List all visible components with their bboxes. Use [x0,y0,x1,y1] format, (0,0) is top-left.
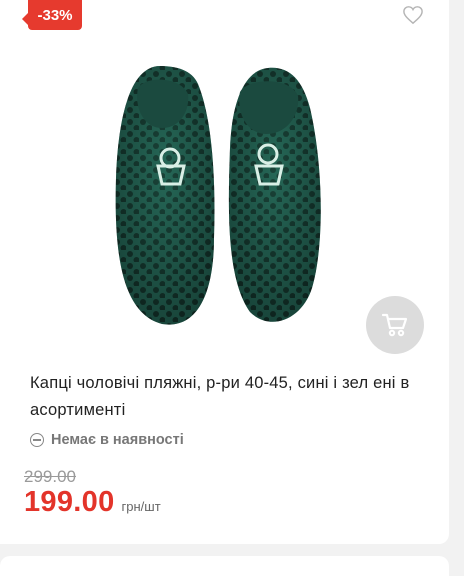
product-image[interactable] [100,58,360,338]
add-to-cart-button[interactable] [366,296,424,354]
old-price: 299.00 [24,467,76,486]
discount-badge: -33% [22,0,82,30]
availability-label: Немає в наявності [51,432,184,448]
current-price: 199.00 [24,486,115,518]
price-row: 199.00 грн/шт [24,486,161,519]
price-unit: грн/шт [121,499,161,514]
discount-label: -33% [37,6,73,24]
availability-status: Немає в наявності [30,432,184,448]
wishlist-heart-icon[interactable] [402,5,424,25]
cart-icon [381,313,408,337]
right-slipper [228,67,321,322]
product-card[interactable]: -33% Капці чоловічі пляжні, р-ри 40-45, … [0,0,449,544]
left-slipper [115,66,215,325]
product-title[interactable]: Капці чоловічі пляжні, р-ри 40-45, сині … [30,370,415,424]
next-product-card [0,556,449,576]
minus-circle-icon [30,433,44,447]
